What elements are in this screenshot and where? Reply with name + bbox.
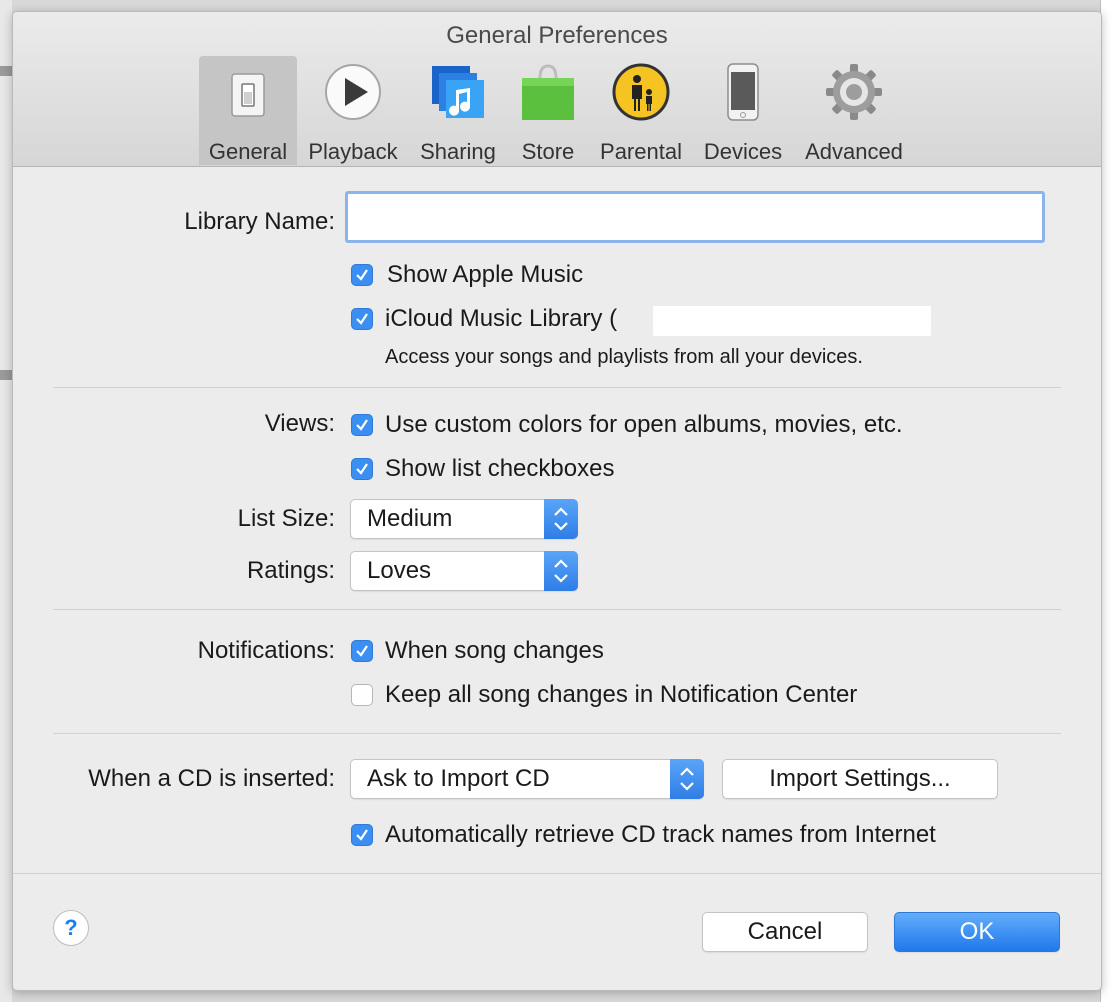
icloud-music-library-checkbox[interactable] bbox=[351, 308, 373, 330]
cd-inserted-value: Ask to Import CD bbox=[367, 765, 550, 792]
cancel-button[interactable]: Cancel bbox=[702, 912, 868, 952]
cd-inserted-label: When a CD is inserted: bbox=[88, 765, 335, 792]
checkmark-icon bbox=[356, 829, 368, 841]
checkmark-icon bbox=[356, 645, 368, 657]
checkmark-icon bbox=[356, 313, 368, 325]
tab-label: General bbox=[208, 139, 288, 164]
iphone-icon bbox=[727, 63, 759, 121]
tab-playback[interactable]: Playback bbox=[303, 56, 403, 165]
background-mark bbox=[0, 66, 12, 76]
background-window-right bbox=[1100, 0, 1114, 1002]
views-label: Views: bbox=[264, 410, 335, 437]
retrieve-track-names-checkbox[interactable] bbox=[351, 824, 373, 846]
custom-colors-checkbox[interactable] bbox=[351, 414, 373, 436]
show-apple-music-label: Show Apple Music bbox=[387, 261, 584, 288]
checkmark-icon bbox=[356, 269, 368, 281]
tab-label: Parental bbox=[600, 139, 682, 164]
show-apple-music-checkbox[interactable] bbox=[351, 264, 373, 286]
ok-button[interactable]: OK bbox=[894, 912, 1060, 952]
icloud-music-library-label: iCloud Music Library ( bbox=[385, 305, 618, 332]
keep-all-changes-checkbox[interactable] bbox=[351, 684, 373, 706]
library-name-label: Library Name: bbox=[184, 208, 335, 235]
tab-label: Sharing bbox=[420, 139, 496, 164]
background-mark bbox=[0, 370, 12, 380]
parental-icon bbox=[612, 63, 670, 121]
music-note-icon bbox=[432, 66, 484, 118]
tab-label: Store bbox=[521, 139, 575, 164]
tab-store[interactable]: Store bbox=[513, 56, 583, 165]
list-size-label: List Size: bbox=[237, 505, 335, 532]
separator bbox=[13, 873, 1101, 874]
icloud-description: Access your songs and playlists from all… bbox=[385, 346, 863, 368]
tab-parental[interactable]: Parental bbox=[593, 56, 689, 165]
toolbar: General Preferences General Playback Sha… bbox=[13, 12, 1101, 167]
ratings-popup[interactable]: Loves bbox=[350, 551, 578, 591]
tab-general[interactable]: General bbox=[199, 56, 297, 165]
tab-label: Devices bbox=[703, 139, 783, 164]
chevron-updown-icon bbox=[554, 507, 568, 531]
library-name-input[interactable] bbox=[345, 191, 1045, 243]
window-title: General Preferences bbox=[446, 22, 668, 49]
list-checkboxes-checkbox[interactable] bbox=[351, 458, 373, 480]
gear-icon bbox=[826, 64, 882, 120]
cd-inserted-popup[interactable]: Ask to Import CD bbox=[350, 759, 704, 799]
song-changes-checkbox[interactable] bbox=[351, 640, 373, 662]
tab-devices[interactable]: Devices bbox=[699, 56, 787, 165]
background-window-left bbox=[0, 0, 12, 1002]
checkmark-icon bbox=[356, 419, 368, 431]
chevron-updown-icon bbox=[554, 559, 568, 583]
list-size-value: Medium bbox=[367, 505, 453, 532]
separator bbox=[53, 609, 1061, 610]
list-checkboxes-label: Show list checkboxes bbox=[385, 455, 615, 482]
separator bbox=[53, 733, 1061, 734]
tab-label: Playback bbox=[308, 139, 398, 164]
shopping-bag-icon bbox=[522, 64, 574, 120]
help-button[interactable]: ? bbox=[53, 910, 89, 946]
ratings-label: Ratings: bbox=[246, 557, 335, 584]
tab-advanced[interactable]: Advanced bbox=[797, 56, 911, 165]
separator bbox=[53, 387, 1061, 388]
play-icon bbox=[325, 64, 381, 120]
retrieve-track-names-label: Automatically retrieve CD track names fr… bbox=[385, 821, 936, 848]
custom-colors-label: Use custom colors for open albums, movie… bbox=[385, 411, 903, 438]
keep-all-changes-label: Keep all song changes in Notification Ce… bbox=[385, 681, 858, 708]
ratings-value: Loves bbox=[367, 557, 432, 584]
checkmark-icon bbox=[356, 463, 368, 475]
tab-label: Advanced bbox=[805, 139, 903, 164]
tab-sharing[interactable]: Sharing bbox=[413, 56, 503, 165]
list-size-popup[interactable]: Medium bbox=[350, 499, 578, 539]
import-settings-button[interactable]: Import Settings... bbox=[722, 759, 998, 799]
general-switch-icon bbox=[231, 73, 265, 117]
redacted-account bbox=[653, 306, 931, 336]
preferences-dialog: General Preferences General Playback Sha… bbox=[12, 11, 1102, 991]
notifications-label: Notifications: bbox=[197, 637, 335, 664]
chevron-updown-icon bbox=[680, 767, 694, 791]
song-changes-label: When song changes bbox=[385, 637, 604, 664]
